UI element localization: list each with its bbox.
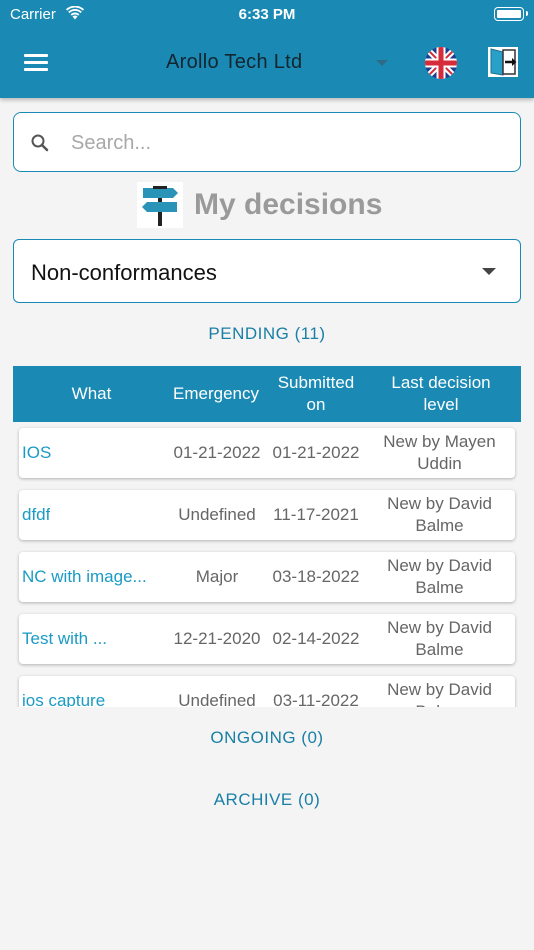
decisions-list[interactable]: IOS 01-21-2022 01-21-2022 New by Mayen U… bbox=[13, 422, 521, 707]
status-time: 6:33 PM bbox=[238, 6, 296, 23]
uk-flag-icon[interactable] bbox=[425, 47, 457, 79]
row-level: New by David Balme bbox=[387, 556, 492, 597]
caret-down-icon bbox=[376, 60, 388, 66]
pending-section-toggle[interactable]: PENDING (11) bbox=[0, 324, 534, 344]
row-submitted: 03-11-2022 bbox=[273, 691, 359, 707]
chevron-down-icon bbox=[482, 268, 496, 275]
row-what[interactable]: NC with image... bbox=[22, 552, 166, 602]
table-row[interactable]: NC with image... Major 03-18-2022 New by… bbox=[19, 552, 515, 602]
app-header: Carrier 6:33 PM Arollo Tech Ltd bbox=[0, 0, 534, 98]
row-what[interactable]: ios capture bbox=[22, 676, 166, 707]
row-emergency: Undefined bbox=[178, 691, 256, 707]
row-level: New by David Balme bbox=[387, 680, 492, 707]
ongoing-section-toggle[interactable]: ONGOING (0) bbox=[0, 728, 534, 748]
signpost-icon bbox=[137, 182, 183, 228]
column-header-submitted: Submitted on bbox=[277, 373, 355, 414]
row-submitted: 11-17-2021 bbox=[273, 505, 359, 524]
category-dropdown-value: Non-conformances bbox=[31, 260, 217, 285]
category-dropdown[interactable]: Non-conformances bbox=[13, 239, 521, 303]
row-emergency: Major bbox=[195, 567, 239, 586]
row-what[interactable]: dfdf bbox=[22, 490, 166, 540]
column-header-what: What bbox=[71, 384, 112, 403]
search-input[interactable] bbox=[71, 129, 501, 157]
menu-button[interactable] bbox=[24, 54, 48, 72]
archive-section-toggle[interactable]: ARCHIVE (0) bbox=[0, 790, 534, 810]
row-what[interactable]: IOS bbox=[22, 428, 166, 478]
table-row[interactable]: ios capture Undefined 03-11-2022 New by … bbox=[19, 676, 515, 707]
hamburger-menu-icon bbox=[24, 54, 48, 57]
row-level: New by Mayen Uddin bbox=[383, 432, 496, 473]
exit-door-icon[interactable] bbox=[487, 46, 519, 78]
column-header-level: Last decision level bbox=[391, 373, 491, 414]
search-icon bbox=[31, 134, 49, 152]
row-level: New by David Balme bbox=[387, 618, 492, 659]
company-selector[interactable]: Arollo Tech Ltd bbox=[150, 50, 400, 76]
row-submitted: 03-18-2022 bbox=[272, 567, 360, 586]
row-emergency: Undefined bbox=[178, 505, 256, 524]
table-header: What Emergency Submitted on Last decisio… bbox=[13, 366, 521, 422]
table-row[interactable]: IOS 01-21-2022 01-21-2022 New by Mayen U… bbox=[19, 428, 515, 478]
row-submitted: 01-21-2022 bbox=[272, 443, 360, 462]
row-what[interactable]: Test with ... bbox=[22, 614, 166, 664]
status-bar: Carrier 6:33 PM bbox=[0, 0, 534, 30]
company-name: Arollo Tech Ltd bbox=[166, 51, 303, 73]
row-submitted: 02-14-2022 bbox=[272, 629, 360, 648]
table-row[interactable]: dfdf Undefined 11-17-2021 New by David B… bbox=[19, 490, 515, 540]
page-title-row: My decisions bbox=[0, 180, 534, 230]
table-row[interactable]: Test with ... 12-21-2020 02-14-2022 New … bbox=[19, 614, 515, 664]
row-emergency: 01-21-2022 bbox=[173, 443, 261, 462]
column-header-emergency: Emergency bbox=[173, 384, 259, 403]
row-level: New by David Balme bbox=[387, 494, 492, 535]
row-emergency: 12-21-2020 bbox=[173, 629, 261, 648]
battery-icon bbox=[494, 7, 528, 21]
search-box[interactable] bbox=[13, 112, 521, 172]
page-title: My decisions bbox=[194, 188, 383, 221]
